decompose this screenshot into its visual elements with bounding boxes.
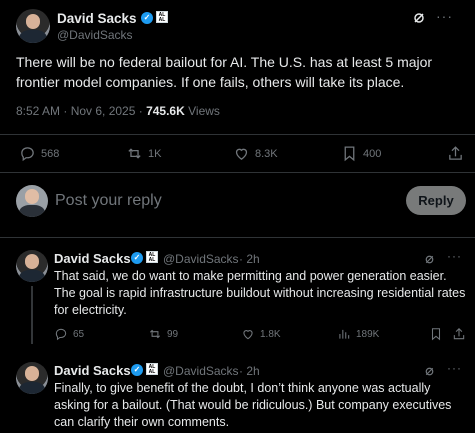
divider bbox=[0, 134, 475, 135]
reply-author-name[interactable]: David Sacks bbox=[54, 251, 131, 266]
affiliation-badge[interactable]: AL AL bbox=[146, 251, 158, 263]
bookmark-count[interactable]: 400 bbox=[341, 145, 381, 162]
verified-badge: ✓ bbox=[141, 12, 153, 24]
reply-author-avatar[interactable] bbox=[16, 362, 48, 394]
like-count[interactable]: 8.3K bbox=[233, 145, 278, 162]
post-meta: 8:52 AM · Nov 6, 2025 · 745.6K Views bbox=[16, 104, 220, 118]
post-timestamp[interactable]: 8:52 AM · Nov 6, 2025 · bbox=[16, 104, 146, 118]
avatar-shirt bbox=[19, 381, 45, 394]
post-text: There will be no federal bailout for AI.… bbox=[16, 54, 433, 90]
divider bbox=[0, 237, 475, 238]
bookmark-count-label: 400 bbox=[363, 147, 382, 160]
reply-author-avatar[interactable] bbox=[16, 250, 48, 282]
reply-icon bbox=[21, 147, 34, 162]
grok-icon[interactable] bbox=[423, 253, 436, 266]
verified-badge: ✓ bbox=[131, 364, 143, 376]
like-count[interactable]: 1.8K bbox=[241, 327, 281, 341]
repost-count-label: 1K bbox=[148, 147, 162, 160]
views-count-label: 189K bbox=[356, 328, 380, 340]
share-icon bbox=[449, 146, 462, 160]
repost-count-label: 99 bbox=[167, 328, 179, 340]
more-icon[interactable]: ··· bbox=[436, 8, 453, 24]
grok-icon[interactable] bbox=[423, 365, 436, 378]
repost-icon bbox=[128, 148, 141, 159]
share-icon bbox=[453, 328, 465, 340]
repost-count[interactable]: 99 bbox=[148, 327, 178, 341]
reply-age[interactable]: · 2h bbox=[239, 364, 260, 378]
avatar-face bbox=[25, 13, 41, 29]
reply-button[interactable]: Reply bbox=[406, 186, 466, 215]
reply-age[interactable]: · 2h bbox=[239, 252, 260, 266]
post-detail-view: David Sacks ✓ AL AL @DavidSacks ··· Ther… bbox=[0, 0, 475, 433]
reply-text: Finally, to give benefit of the doubt, I… bbox=[54, 381, 452, 429]
more-icon[interactable]: ··· bbox=[447, 361, 462, 375]
reply-author-name[interactable]: David Sacks bbox=[54, 363, 131, 378]
views-count[interactable]: 189K bbox=[337, 327, 379, 341]
avatar-shirt bbox=[19, 204, 45, 217]
avatar-face bbox=[24, 366, 40, 381]
affiliation-badge[interactable]: AL AL bbox=[156, 11, 168, 23]
bookmark-icon bbox=[344, 146, 355, 162]
views-count[interactable]: 745.6K bbox=[146, 104, 185, 118]
like-count-label: 8.3K bbox=[255, 147, 278, 160]
avatar-shirt bbox=[19, 30, 47, 43]
reply-count-label: 65 bbox=[73, 328, 85, 340]
reply-count-label: 568 bbox=[41, 147, 60, 160]
reply-text: That said, we do want to make permitting… bbox=[54, 269, 466, 317]
affiliation-badge[interactable]: AL AL bbox=[146, 363, 158, 375]
verified-badge: ✓ bbox=[131, 252, 143, 264]
avatar-face bbox=[24, 189, 40, 204]
like-count-label: 1.8K bbox=[260, 328, 281, 340]
author-handle[interactable]: @DavidSacks bbox=[57, 28, 133, 42]
bookmark-button[interactable] bbox=[429, 327, 443, 341]
viewer-avatar bbox=[16, 185, 48, 217]
reply-input[interactable]: Post your reply bbox=[55, 192, 162, 210]
reply-count[interactable]: 65 bbox=[54, 327, 84, 341]
author-name[interactable]: David Sacks bbox=[57, 11, 137, 26]
divider bbox=[0, 172, 475, 173]
more-icon[interactable]: ··· bbox=[447, 249, 462, 263]
thread-connector bbox=[31, 286, 33, 344]
views-icon bbox=[339, 329, 350, 339]
like-icon bbox=[235, 148, 248, 160]
reply-author-handle[interactable]: @DavidSacks bbox=[163, 252, 239, 266]
reply-icon bbox=[55, 328, 67, 341]
bookmark-icon bbox=[431, 328, 441, 341]
avatar-face bbox=[24, 254, 40, 269]
grok-icon[interactable] bbox=[411, 10, 427, 26]
reply-count[interactable]: 568 bbox=[19, 145, 59, 162]
repost-count[interactable]: 1K bbox=[126, 145, 161, 162]
like-icon bbox=[243, 330, 253, 340]
author-avatar[interactable] bbox=[16, 9, 50, 43]
repost-icon bbox=[149, 329, 161, 339]
avatar-shirt bbox=[19, 269, 45, 282]
share-button[interactable] bbox=[452, 327, 466, 341]
share-button[interactable] bbox=[447, 145, 464, 162]
reply-author-handle[interactable]: @DavidSacks bbox=[163, 364, 239, 378]
views-label: Views bbox=[184, 104, 220, 118]
